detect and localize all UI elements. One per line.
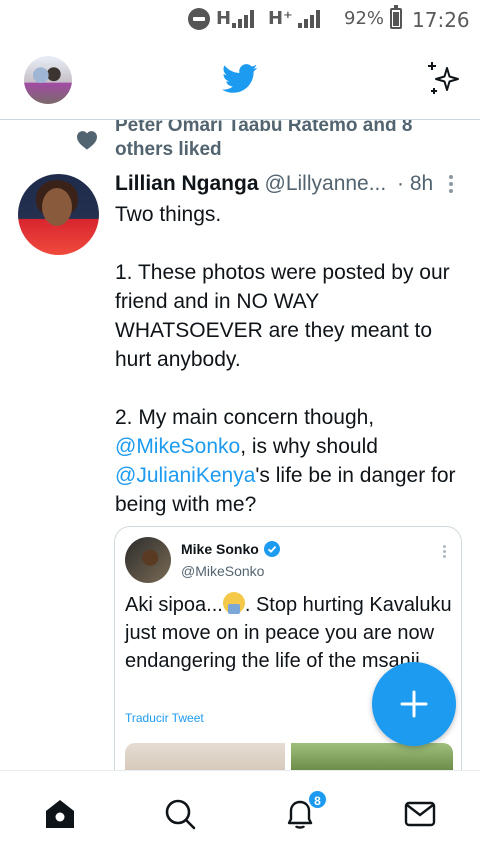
quoted-more-icon[interactable] xyxy=(443,545,447,559)
tweet-text[interactable]: Two things. 1. These photos were posted … xyxy=(115,200,470,519)
twitter-bird-icon[interactable] xyxy=(222,64,258,94)
social-context: Peter Omari Taabu Ratemo and 8 others li… xyxy=(0,120,480,164)
more-options-icon[interactable] xyxy=(448,175,454,195)
facepalm-emoji-icon xyxy=(222,592,245,614)
app-header xyxy=(0,38,480,120)
quoted-photo-1[interactable] xyxy=(125,743,285,770)
battery-icon xyxy=(390,5,402,29)
quoted-author-handle[interactable]: @MikeSonko xyxy=(181,563,264,579)
notification-count-badge: 8 xyxy=(307,789,328,810)
quoted-author-name[interactable]: Mike Sonko xyxy=(181,541,259,557)
tweet-line-1: Two things. xyxy=(115,203,222,226)
translate-link[interactable]: Traducir Tweet xyxy=(125,711,204,725)
search-icon[interactable] xyxy=(163,797,197,831)
tweet-time[interactable]: · 8h xyxy=(397,172,433,196)
do-not-disturb-icon xyxy=(188,8,210,30)
network-type-1: H xyxy=(216,8,232,29)
mention-julianikenya[interactable]: @JulianiKenya xyxy=(115,464,255,487)
quoted-author-avatar[interactable] xyxy=(125,537,171,583)
status-bar: H H⁺ 92% 17:26 xyxy=(0,0,480,38)
tweet-text-part: 2. My main concern though, xyxy=(115,406,375,429)
signal-icon xyxy=(232,10,254,28)
quoted-text-part: Aki sipoa... xyxy=(125,594,223,616)
heart-icon xyxy=(77,131,97,150)
messages-icon[interactable] xyxy=(403,797,437,831)
liked-by-text: Peter Omari Taabu Ratemo and 8 others li… xyxy=(115,120,413,160)
verified-badge-icon xyxy=(264,541,280,557)
tweet-line-3: 2. My main concern though, @MikeSonko, i… xyxy=(115,403,470,519)
signal-icon-2 xyxy=(298,10,320,28)
avatar-face xyxy=(42,188,72,226)
tweet-line-2: 1. These photos were posted by our frien… xyxy=(115,261,450,371)
network-type-2: H⁺ xyxy=(268,8,293,29)
mention-mikesonko[interactable]: @MikeSonko xyxy=(115,435,240,458)
battery-percent: 92% xyxy=(344,8,385,29)
author-avatar[interactable] xyxy=(18,174,99,255)
account-avatar[interactable] xyxy=(24,56,72,104)
sparkle-icon[interactable] xyxy=(426,60,462,96)
bottom-navigation: 8 xyxy=(0,770,480,854)
plus-icon xyxy=(400,690,428,718)
quoted-photo-2[interactable] xyxy=(291,743,453,770)
author-name[interactable]: Lillian Nganga xyxy=(115,172,259,195)
tweet-text-part: , is why should xyxy=(240,435,378,458)
clock: 17:26 xyxy=(412,8,470,32)
author-handle[interactable]: @Lillyanne... xyxy=(265,172,387,195)
home-icon[interactable] xyxy=(43,797,77,831)
compose-tweet-button[interactable] xyxy=(372,662,456,746)
